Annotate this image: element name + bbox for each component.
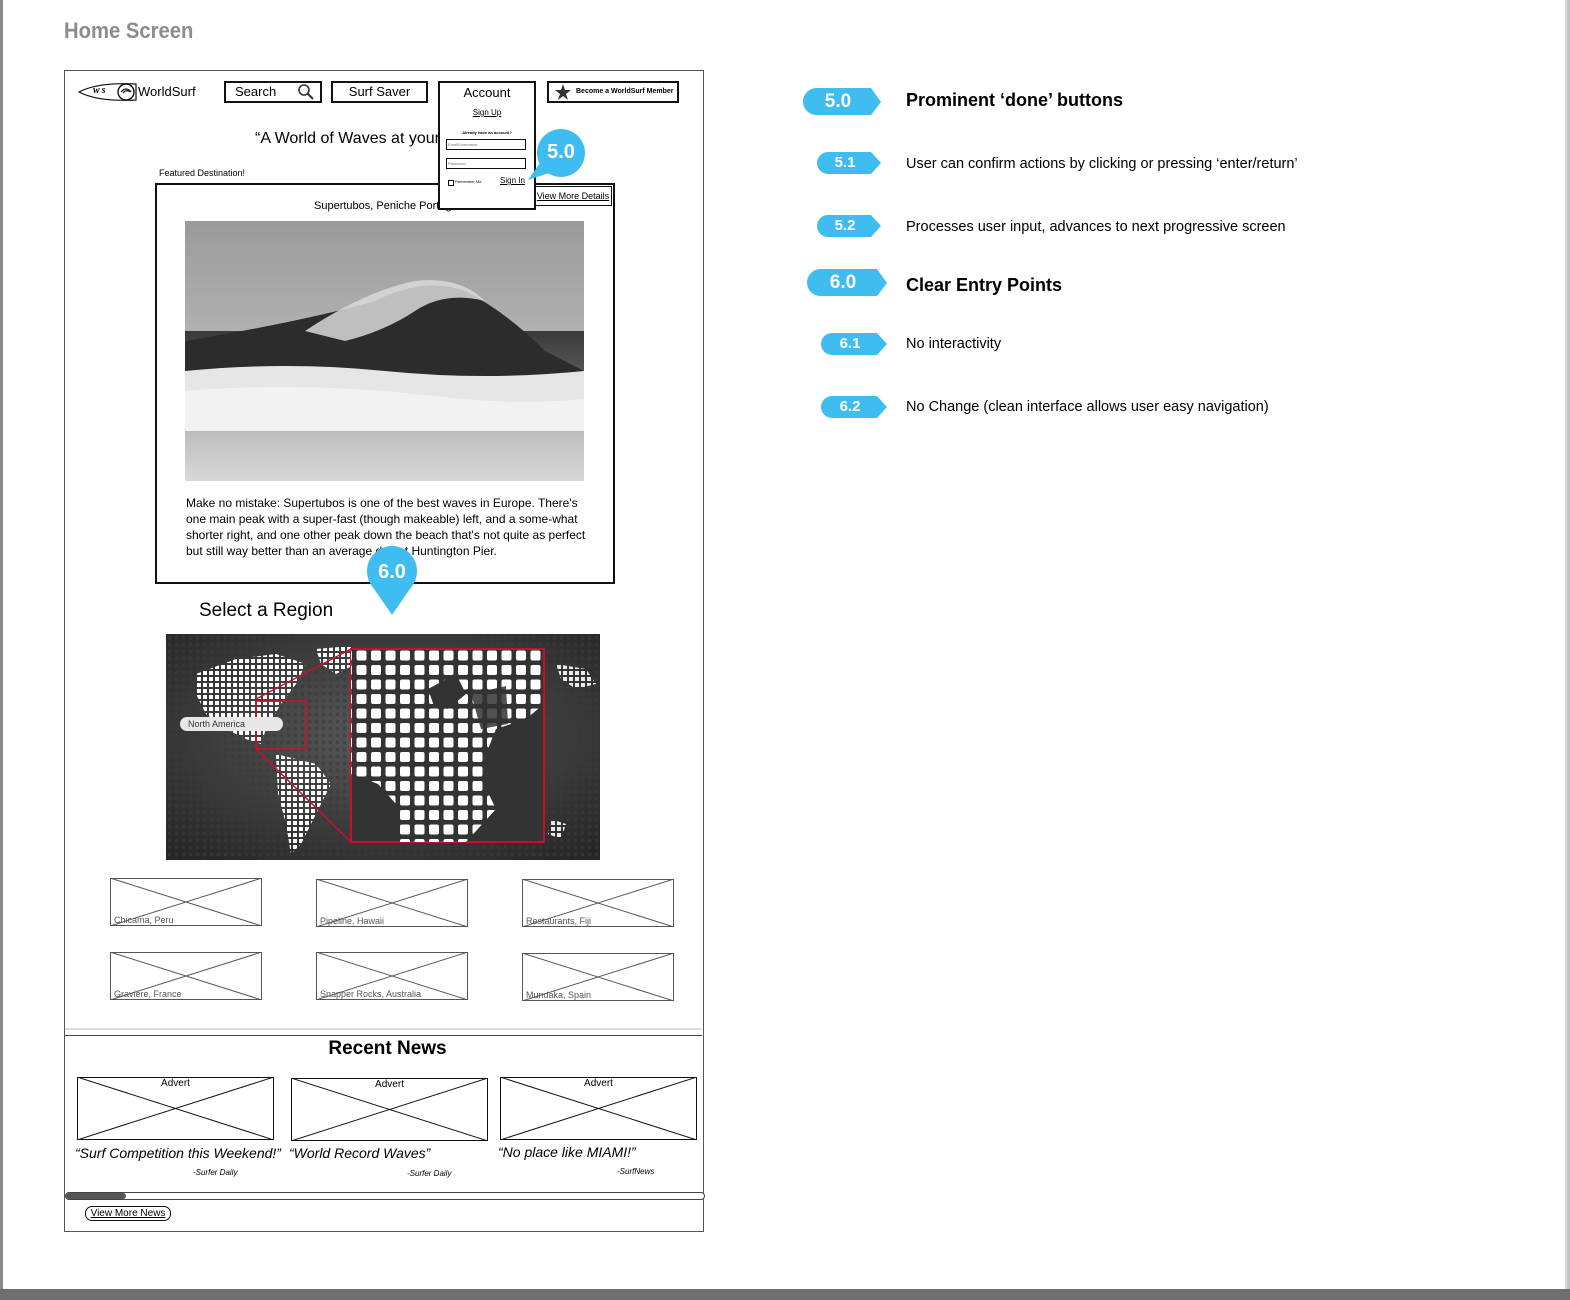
- destination-label: Mundaka, Spain: [526, 990, 592, 1000]
- destination-label: Restaurants, Fiji: [526, 916, 592, 926]
- destination-label: Snapper Rocks, Australia: [320, 989, 422, 999]
- destination-thumbnail[interactable]: Restaurants, Fiji: [522, 879, 674, 927]
- advert-placeholder[interactable]: Advert: [500, 1077, 697, 1140]
- account-title[interactable]: Account: [440, 85, 534, 100]
- callout-5-0: 5.0: [526, 128, 588, 182]
- world-map-icon: [166, 634, 600, 860]
- member-label: Become a WorldSurf Member: [576, 88, 674, 95]
- legend-badge-label: 5.2: [834, 217, 856, 234]
- scrollbar-thumb[interactable]: [66, 1193, 126, 1199]
- surf-saver-label: Surf Saver: [348, 84, 411, 99]
- sign-up-link[interactable]: Sign Up: [440, 108, 534, 117]
- legend-badge: 5.0: [803, 88, 881, 115]
- window-bottom-border: [0, 1289, 1570, 1300]
- news-source: -Surfer Daily: [407, 1169, 452, 1178]
- destination-thumbnail[interactable]: Graviere, France: [110, 952, 262, 1000]
- search-label: Search: [235, 84, 277, 99]
- featured-label: Featured Destination!: [159, 168, 246, 178]
- search-icon: [298, 84, 314, 100]
- destination-thumbnail[interactable]: Snapper Rocks, Australia: [316, 952, 468, 1000]
- destination-label: Pipeline, Hawaii: [320, 916, 385, 926]
- tagline: “A World of Waves at your: [255, 130, 440, 147]
- legend-text: No Change (clean interface allows user e…: [906, 399, 1269, 415]
- legend-badge-label: 5.0: [824, 91, 852, 112]
- legend-badge-label: 6.1: [839, 335, 861, 352]
- news-headline[interactable]: “No place like MIAMI!”: [498, 1144, 636, 1160]
- north-america-label[interactable]: North America: [180, 717, 283, 731]
- logo-mark: ws: [93, 85, 108, 96]
- destination-thumbnail[interactable]: Chicama, Peru: [110, 878, 262, 926]
- legend-badge: 6.1: [821, 333, 887, 355]
- star-icon: [555, 84, 571, 100]
- legend-badge-label: 6.2: [839, 398, 861, 415]
- legend-badge: 6.0: [807, 269, 887, 296]
- destination-thumbnail[interactable]: Pipeline, Hawaii: [316, 879, 468, 927]
- destination-label: Chicama, Peru: [114, 915, 174, 925]
- legend-text: No interactivity: [906, 336, 1002, 352]
- logo-text: WorldSurf: [138, 84, 196, 99]
- page-title: Home Screen: [64, 18, 194, 43]
- callout-6-0: 6.0: [366, 546, 418, 616]
- callout-label: 6.0: [378, 561, 406, 583]
- legend-text: Processes user input, advances to next p…: [906, 219, 1286, 235]
- become-member-button[interactable]: Become a WorldSurf Member: [547, 81, 679, 103]
- surf-saver-button[interactable]: Surf Saver: [331, 81, 428, 103]
- wave-image-icon: [185, 221, 584, 481]
- legend-badge: 5.1: [817, 152, 881, 174]
- remember-checkbox[interactable]: [448, 180, 454, 186]
- recent-news-title: Recent News: [328, 1038, 447, 1059]
- news-source: -Surfer Daily: [193, 1168, 238, 1177]
- worldsurf-logo[interactable]: ws WorldSurf: [78, 80, 203, 104]
- sign-in-button[interactable]: Sign In: [500, 176, 525, 185]
- advert-placeholder[interactable]: Advert: [77, 1077, 274, 1140]
- account-dropdown: Account Sign Up Already have an account?…: [438, 81, 536, 210]
- view-more-details-button[interactable]: View More Details: [534, 186, 612, 206]
- world-map[interactable]: North America: [166, 634, 600, 860]
- window-right-shadow: [1565, 0, 1570, 1289]
- email-field[interactable]: [446, 139, 526, 150]
- wave-photo: [185, 221, 584, 481]
- news-headline[interactable]: “Surf Competition this Weekend!”: [75, 1145, 281, 1161]
- legend-badge-label: 5.1: [834, 154, 856, 171]
- advert-label: Advert: [584, 1078, 613, 1089]
- legend-badge: 6.2: [821, 396, 887, 418]
- select-region-title: Select a Region: [199, 600, 334, 621]
- destination-label: Graviere, France: [114, 989, 182, 999]
- advert-placeholder[interactable]: Advert: [291, 1078, 488, 1141]
- legend-text: Clear Entry Points: [906, 275, 1063, 295]
- legend-badge: 5.2: [817, 215, 881, 237]
- password-field[interactable]: [446, 158, 526, 169]
- destination-thumbnail[interactable]: Mundaka, Spain: [522, 953, 674, 1001]
- callout-label: 5.0: [547, 141, 575, 163]
- news-scrollbar[interactable]: [65, 1192, 705, 1200]
- search-button[interactable]: Search: [224, 81, 322, 103]
- remember-label: Remember Me: [455, 179, 482, 184]
- news-headline[interactable]: “World Record Waves”: [289, 1145, 430, 1161]
- news-source: -SurfNews: [617, 1167, 655, 1176]
- legend-text: User can confirm actions by clicking or …: [906, 156, 1298, 172]
- advert-label: Advert: [375, 1079, 404, 1090]
- legend-badge-label: 6.0: [829, 272, 857, 293]
- divider: [65, 1035, 702, 1036]
- legend-text: Prominent ‘done’ buttons: [906, 90, 1123, 110]
- window-left-border: [0, 0, 3, 1300]
- have-account-text: Already have an account?: [462, 130, 512, 135]
- divider: [65, 1028, 702, 1030]
- view-more-news-button[interactable]: View More News: [85, 1206, 171, 1221]
- advert-label: Advert: [161, 1078, 190, 1089]
